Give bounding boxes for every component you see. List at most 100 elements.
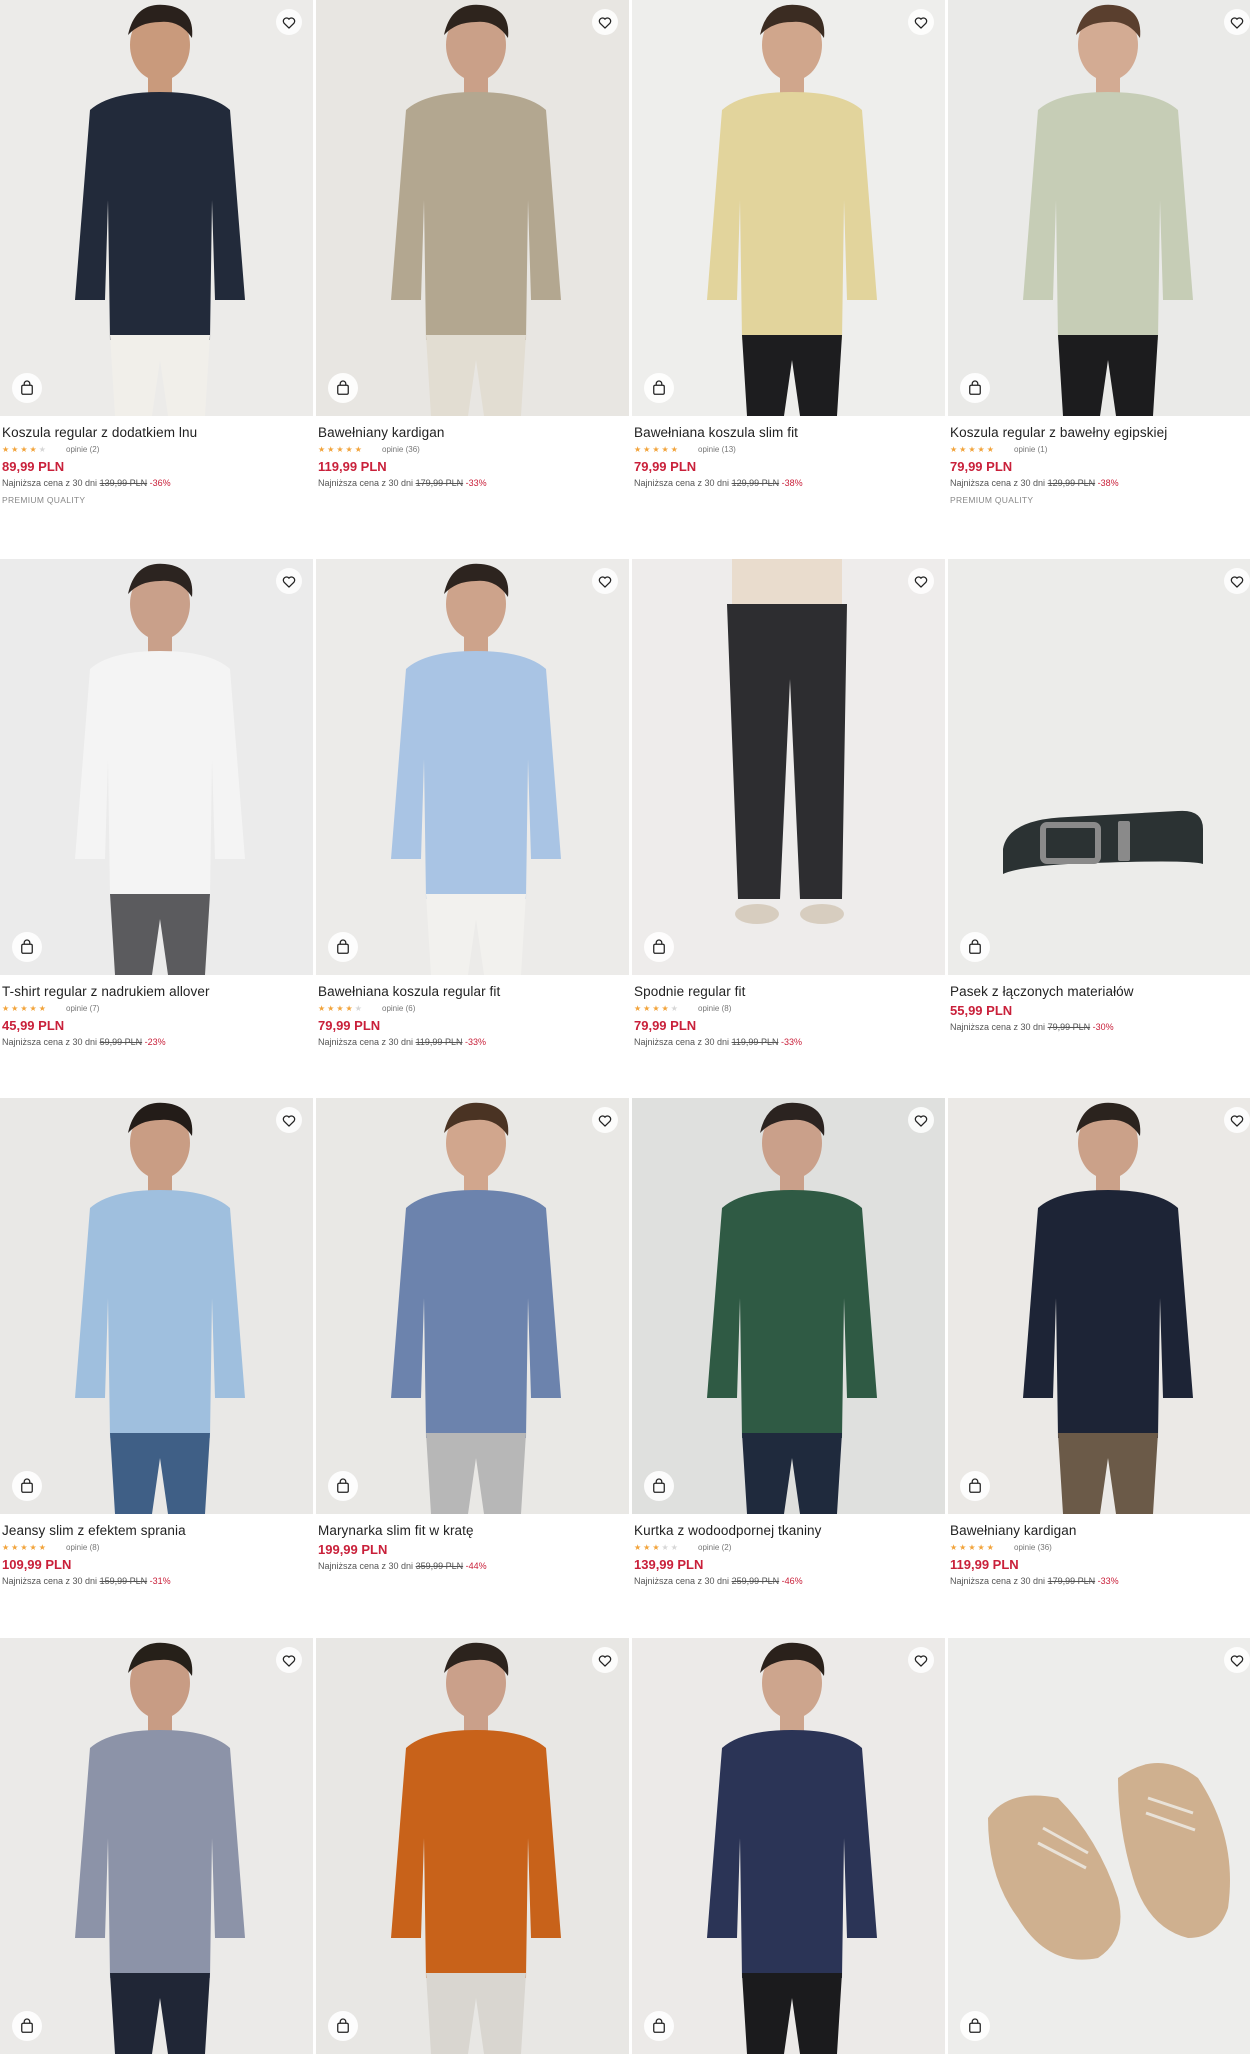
product-name[interactable]: Koszula regular z bawełny egipskiej — [950, 424, 1250, 441]
product-card[interactable]: Jeansy slim z efektem sprania ★★★★★ opin… — [0, 1098, 313, 1587]
product-image[interactable] — [948, 0, 1250, 416]
heart-icon[interactable] — [1224, 9, 1250, 35]
product-card[interactable]: Kurtka z wodoodpornej tkaniny ★★★★★ opin… — [632, 1098, 945, 1587]
shopping-bag-icon[interactable] — [644, 373, 674, 403]
product-image[interactable] — [948, 559, 1250, 975]
shopping-bag-icon[interactable] — [960, 373, 990, 403]
product-image[interactable] — [316, 0, 629, 416]
product-price: 79,99 PLN — [950, 459, 1013, 474]
shopping-bag-icon[interactable] — [328, 373, 358, 403]
shopping-bag-icon[interactable] — [960, 1471, 990, 1501]
heart-icon[interactable] — [1224, 1647, 1250, 1673]
product-image[interactable] — [632, 1638, 945, 2054]
shopping-bag-icon[interactable] — [12, 1471, 42, 1501]
heart-icon[interactable] — [592, 9, 618, 35]
product-image[interactable] — [316, 1638, 629, 2054]
heart-icon[interactable] — [908, 1107, 934, 1133]
product-card[interactable] — [316, 1638, 629, 2054]
product-card[interactable] — [948, 1638, 1250, 2054]
product-name[interactable]: Bawełniany kardigan — [950, 1522, 1250, 1539]
product-card[interactable]: Bawełniana koszula regular fit ★★★★★ opi… — [316, 559, 629, 1048]
product-name[interactable]: Bawełniana koszula slim fit — [634, 424, 943, 441]
shopping-bag-icon[interactable] — [328, 932, 358, 962]
lowest-price-label: Najniższa cena z 30 dni — [2, 1576, 98, 1586]
shopping-bag-icon[interactable] — [644, 1471, 674, 1501]
review-count[interactable]: opinie (7) — [66, 1004, 99, 1013]
lowest-price-label: Najniższa cena z 30 dni — [634, 1576, 730, 1586]
product-name[interactable]: T-shirt regular z nadrukiem allover — [2, 983, 311, 1000]
product-image[interactable] — [0, 1098, 313, 1514]
shopping-bag-icon[interactable] — [644, 932, 674, 962]
product-image[interactable] — [316, 559, 629, 975]
product-name[interactable]: Koszula regular z dodatkiem lnu — [2, 424, 311, 441]
product-card[interactable] — [0, 1638, 313, 2054]
review-count[interactable]: opinie (8) — [698, 1004, 731, 1013]
product-card[interactable]: Bawełniany kardigan ★★★★★ opinie (36) 11… — [316, 0, 629, 489]
review-count[interactable]: opinie (2) — [66, 445, 99, 454]
heart-icon[interactable] — [592, 1647, 618, 1673]
shopping-bag-icon[interactable] — [328, 1471, 358, 1501]
product-name[interactable]: Spodnie regular fit — [634, 983, 943, 1000]
product-card[interactable]: Koszula regular z bawełny egipskiej ★★★★… — [948, 0, 1250, 505]
old-price: 179,99 PLN — [1047, 1576, 1096, 1586]
review-count[interactable]: opinie (2) — [698, 1543, 731, 1552]
product-image[interactable] — [948, 1098, 1250, 1514]
product-card[interactable] — [632, 1638, 945, 2054]
heart-icon[interactable] — [908, 1647, 934, 1673]
product-price: 119,99 PLN — [950, 1557, 1019, 1572]
heart-icon[interactable] — [1224, 1107, 1250, 1133]
heart-icon[interactable] — [276, 1647, 302, 1673]
review-count[interactable]: opinie (6) — [382, 1004, 415, 1013]
heart-icon[interactable] — [592, 1107, 618, 1133]
product-name[interactable]: Marynarka slim fit w kratę — [318, 1522, 627, 1539]
product-info: T-shirt regular z nadrukiem allover ★★★★… — [0, 975, 313, 1048]
product-name[interactable]: Kurtka z wodoodpornej tkaniny — [634, 1522, 943, 1539]
shopping-bag-icon[interactable] — [644, 2011, 674, 2041]
product-name[interactable]: Bawełniana koszula regular fit — [318, 983, 627, 1000]
review-count[interactable]: opinie (36) — [382, 445, 420, 454]
review-count[interactable]: opinie (36) — [1014, 1543, 1052, 1552]
lowest-price-info: Najniższa cena z 30 dni 359,99 PLN -44% — [318, 1560, 627, 1572]
heart-icon[interactable] — [1224, 568, 1250, 594]
lowest-price-info: Najniższa cena z 30 dni 129,99 PLN -38% — [634, 477, 943, 489]
product-image[interactable] — [632, 1098, 945, 1514]
product-image[interactable] — [0, 559, 313, 975]
product-card[interactable]: Bawełniana koszula slim fit ★★★★★ opinie… — [632, 0, 945, 489]
product-image[interactable] — [0, 0, 313, 416]
product-card[interactable]: Marynarka slim fit w kratę 199,99 PLN Naj… — [316, 1098, 629, 1572]
product-card[interactable]: Bawełniany kardigan ★★★★★ opinie (36) 11… — [948, 1098, 1250, 1587]
discount-badge: -31% — [149, 1576, 171, 1586]
shopping-bag-icon[interactable] — [960, 932, 990, 962]
product-image[interactable] — [948, 1638, 1250, 2054]
shopping-bag-icon[interactable] — [12, 373, 42, 403]
heart-icon[interactable] — [908, 9, 934, 35]
product-card[interactable]: T-shirt regular z nadrukiem allover ★★★★… — [0, 559, 313, 1048]
product-name[interactable]: Bawełniany kardigan — [318, 424, 627, 441]
lowest-price-info: Najniższa cena z 30 dni 179,99 PLN -33% — [950, 1575, 1250, 1587]
product-image[interactable] — [632, 0, 945, 416]
heart-icon[interactable] — [276, 1107, 302, 1133]
product-card[interactable]: Pasek z łączonych materiałów 55,99 PLN Na… — [948, 559, 1250, 1033]
review-count[interactable]: opinie (1) — [1014, 445, 1047, 454]
product-image[interactable] — [0, 1638, 313, 2054]
heart-icon[interactable] — [908, 568, 934, 594]
shopping-bag-icon[interactable] — [960, 2011, 990, 2041]
product-image[interactable] — [316, 1098, 629, 1514]
review-count[interactable]: opinie (8) — [66, 1543, 99, 1552]
product-card[interactable]: Spodnie regular fit ★★★★★ opinie (8) 79,… — [632, 559, 945, 1048]
lowest-price-info: Najniższa cena z 30 dni 159,99 PLN -31% — [2, 1575, 311, 1587]
heart-icon[interactable] — [276, 9, 302, 35]
heart-icon[interactable] — [276, 568, 302, 594]
product-card[interactable]: Koszula regular z dodatkiem lnu ★★★★★ op… — [0, 0, 313, 505]
product-info: Jeansy slim z efektem sprania ★★★★★ opin… — [0, 1514, 313, 1587]
product-name[interactable]: Jeansy slim z efektem sprania — [2, 1522, 311, 1539]
shopping-bag-icon[interactable] — [328, 2011, 358, 2041]
heart-icon[interactable] — [592, 568, 618, 594]
product-info: Marynarka slim fit w kratę 199,99 PLN Naj… — [316, 1514, 629, 1572]
shopping-bag-icon[interactable] — [12, 2011, 42, 2041]
premium-quality-badge: PREMIUM QUALITY — [2, 495, 86, 505]
product-name[interactable]: Pasek z łączonych materiałów — [950, 983, 1250, 1000]
review-count[interactable]: opinie (13) — [698, 445, 736, 454]
shopping-bag-icon[interactable] — [12, 932, 42, 962]
product-image[interactable] — [632, 559, 945, 975]
